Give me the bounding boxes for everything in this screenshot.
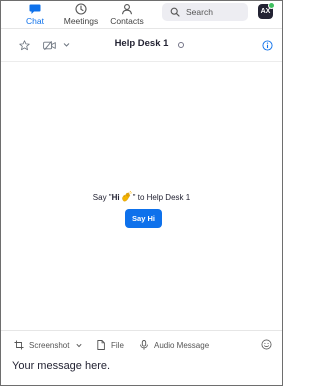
- greeting-hi: Hi: [111, 193, 120, 202]
- waving-hand-icon: [121, 191, 132, 202]
- microphone-icon: [140, 340, 148, 350]
- channel-title[interactable]: Help Desk 1: [1, 38, 282, 49]
- screenshot-icon: [14, 340, 24, 350]
- message-input[interactable]: [12, 357, 272, 375]
- tab-contacts[interactable]: Contacts: [105, 3, 149, 27]
- screenshot-button[interactable]: Screenshot: [14, 340, 83, 350]
- tab-meetings[interactable]: Meetings: [59, 3, 103, 27]
- file-icon: [97, 340, 105, 350]
- audio-message-button[interactable]: Audio Message: [139, 340, 209, 350]
- tab-meetings-label: Meetings: [63, 16, 99, 26]
- file-button[interactable]: File: [96, 340, 124, 350]
- chevron-down-icon[interactable]: [76, 343, 83, 348]
- audio-message-label: Audio Message: [154, 340, 210, 350]
- top-navigation: Chat Meetings Contacts Search AX: [1, 1, 282, 29]
- clock-icon: [75, 3, 87, 15]
- file-label: File: [111, 340, 124, 350]
- search-box[interactable]: Search: [162, 3, 248, 21]
- avatar-initials: AX: [260, 8, 271, 15]
- say-hi-button[interactable]: Say Hi: [125, 209, 162, 228]
- channel-header: Help Desk 1: [1, 29, 282, 62]
- greeting-prefix: Say ": [92, 193, 112, 202]
- emoji-icon[interactable]: [261, 339, 272, 350]
- presence-dot: [268, 2, 275, 9]
- info-icon[interactable]: [262, 40, 273, 51]
- avatar[interactable]: AX: [258, 2, 275, 19]
- search-placeholder: Search: [186, 7, 213, 17]
- tab-chat-label: Chat: [26, 16, 44, 26]
- tab-contacts-label: Contacts: [110, 16, 144, 26]
- status-dot: [178, 42, 184, 48]
- chat-window: Chat Meetings Contacts Search AX Help De…: [0, 0, 283, 386]
- screenshot-label: Screenshot: [29, 340, 70, 350]
- chat-icon: [29, 4, 41, 14]
- contacts-icon: [121, 4, 133, 15]
- greeting-text: Say "Hi " to Help Desk 1: [1, 191, 282, 202]
- search-icon: [170, 7, 180, 17]
- message-composer: Screenshot File Audio Message: [1, 330, 282, 385]
- tab-chat[interactable]: Chat: [13, 3, 57, 27]
- greeting-suffix: " to Help Desk 1: [132, 193, 191, 202]
